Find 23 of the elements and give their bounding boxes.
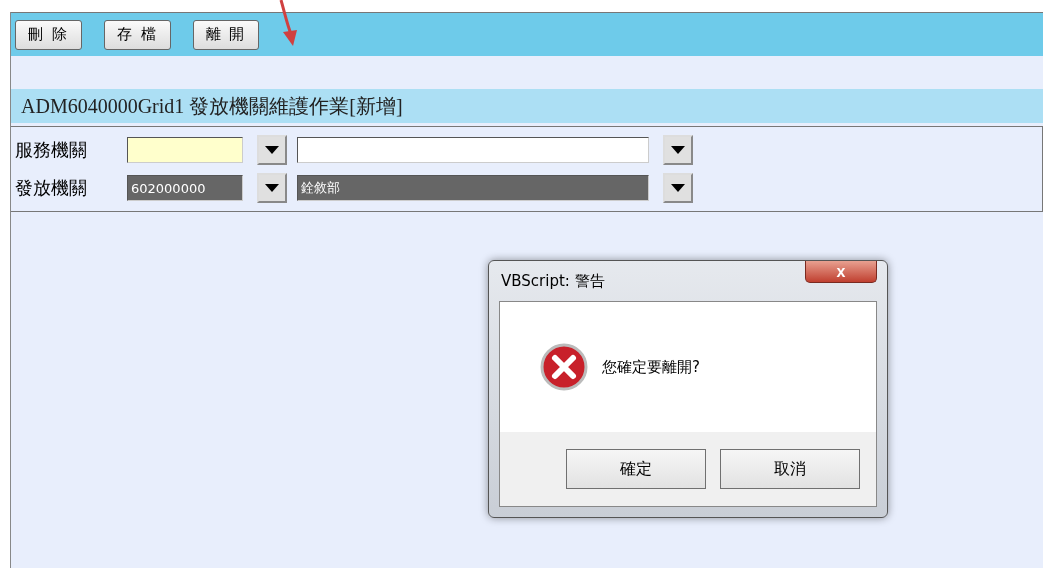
dropdown-button[interactable] <box>663 135 693 165</box>
toolbar-button[interactable]: 刪 除 <box>15 19 82 50</box>
name-field[interactable] <box>297 137 649 163</box>
caret-icon <box>265 146 279 154</box>
dialog-title: VBScript: 警告 <box>500 271 605 291</box>
annotation-arrow <box>277 0 299 48</box>
dialog-button[interactable]: 取消 <box>720 449 860 489</box>
dialog-button[interactable]: 確定 <box>566 449 706 489</box>
dropdown-button[interactable] <box>257 173 287 203</box>
code-field[interactable] <box>127 137 243 163</box>
caret-icon <box>671 184 685 192</box>
field-label: 服務機關 <box>15 138 88 162</box>
dialog-message: 您確定要離開? <box>602 357 700 377</box>
dropdown-button[interactable] <box>663 173 693 203</box>
toolbar-button[interactable]: 存 檔 <box>103 19 171 50</box>
dropdown-button[interactable] <box>257 135 287 165</box>
caret-icon <box>671 146 685 154</box>
error-icon <box>540 343 588 391</box>
toolbar-button[interactable]: 離 開 <box>192 19 260 50</box>
page-title: ADM6040000Grid1 發放機關維護作業[新增] <box>11 89 1043 123</box>
field-label: 發放機關 <box>15 176 88 200</box>
close-button[interactable]: x <box>805 261 877 283</box>
caret-icon <box>265 184 279 192</box>
